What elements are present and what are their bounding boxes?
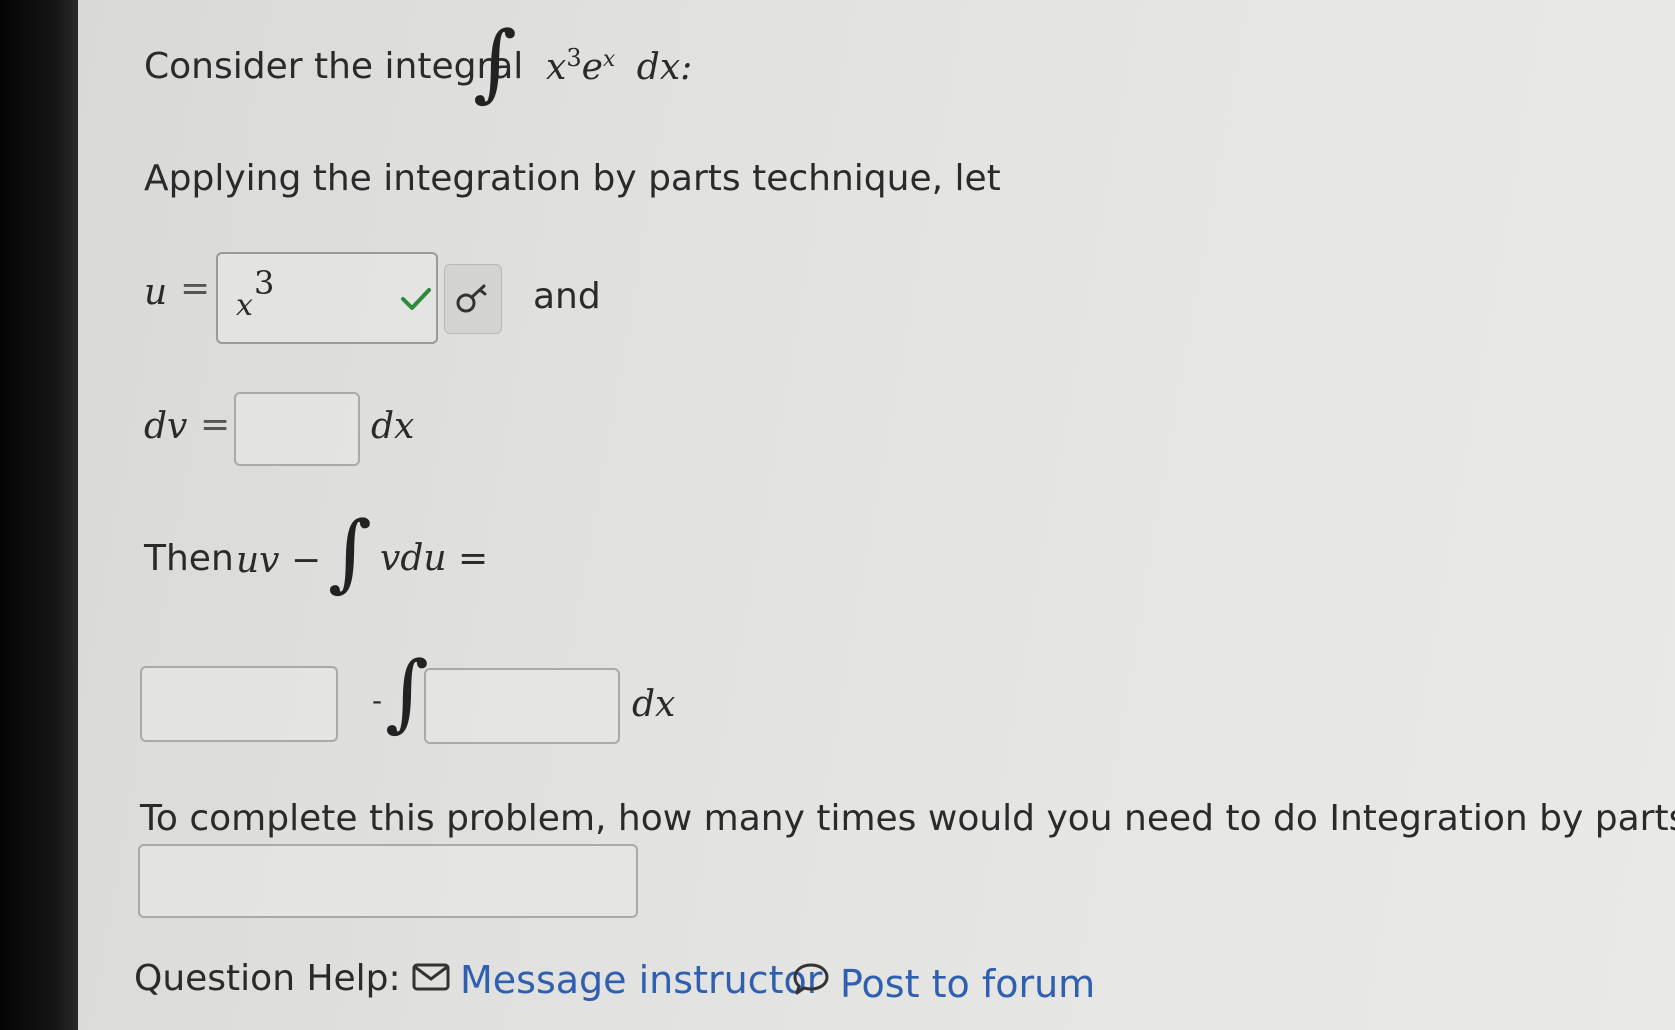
key-icon xyxy=(456,284,487,313)
dv-equals: = xyxy=(200,404,231,445)
dv-suffix: dx xyxy=(371,406,415,447)
speech-bubble-icon xyxy=(793,963,829,995)
then-label: Then xyxy=(144,538,234,579)
screen-bezel xyxy=(0,0,78,1030)
u-equals: = xyxy=(180,268,211,309)
minus-sign: - xyxy=(372,684,383,717)
integral-sign-3: ∫ xyxy=(385,643,429,741)
final-suffix: dx xyxy=(632,684,676,725)
post-to-forum-link[interactable]: Post to forum xyxy=(840,962,1095,1006)
u-answer-field[interactable]: x 3 xyxy=(216,252,438,344)
integral-sign: ∫ xyxy=(473,13,517,111)
integral-expression: x3ex dx: xyxy=(546,44,693,88)
key-button[interactable] xyxy=(444,264,502,334)
message-instructor-link[interactable]: Message instructor xyxy=(460,958,822,1002)
then-equals: = xyxy=(458,538,489,579)
u-answer-power: 3 xyxy=(254,264,275,302)
count-input[interactable] xyxy=(138,844,638,918)
intro-label: Consider the integral xyxy=(144,46,524,87)
dv-input[interactable] xyxy=(234,392,360,466)
uv-answer-input[interactable] xyxy=(140,666,338,742)
parts-label: Applying the integration by parts techni… xyxy=(144,158,1001,199)
question-page: Consider the integral ∫ x3ex dx: Applyin… xyxy=(78,0,1675,1030)
u-answer-value: x xyxy=(236,288,253,323)
and-label: and xyxy=(533,276,601,317)
integral-sign-2: ∫ xyxy=(328,503,372,601)
check-icon xyxy=(401,288,431,310)
help-label: Question Help: xyxy=(134,958,401,999)
vdu-expression: vdu xyxy=(380,538,447,579)
integral-answer-input[interactable] xyxy=(424,668,620,744)
mail-icon xyxy=(412,963,450,991)
count-label: To complete this problem, how many times… xyxy=(140,798,1675,839)
dv-label: dv xyxy=(144,406,188,447)
uv-expression: uv − xyxy=(236,540,322,581)
u-label: u xyxy=(144,272,168,313)
